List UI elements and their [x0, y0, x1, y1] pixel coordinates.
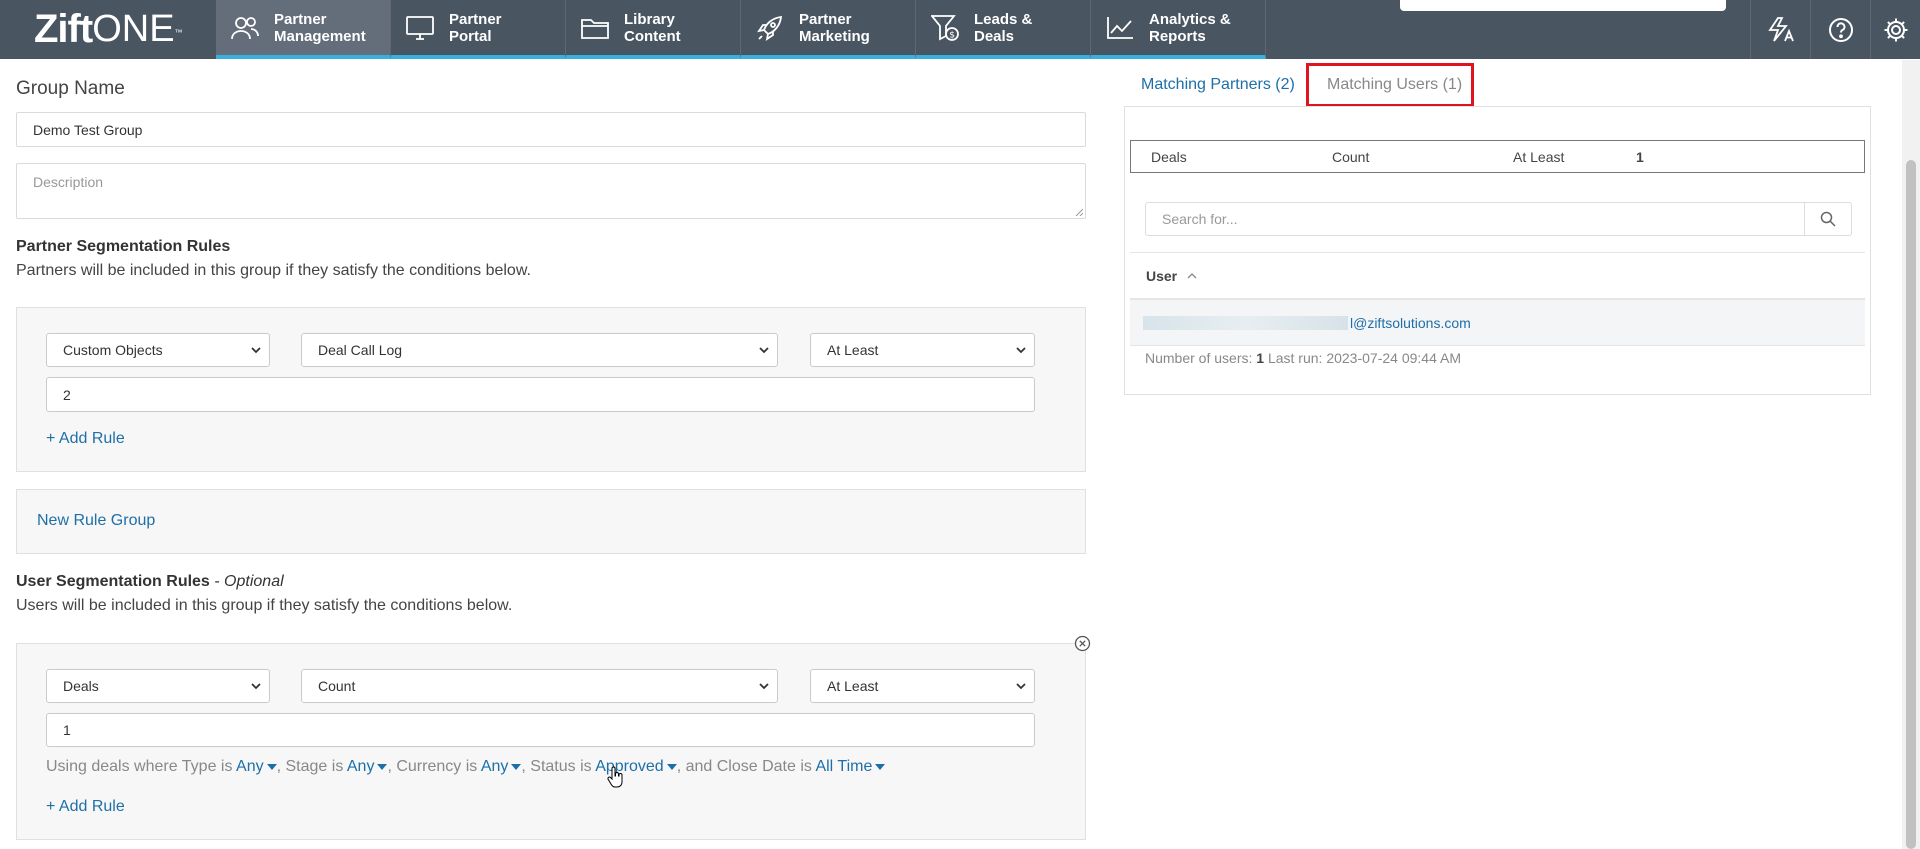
funnel-dollar-icon: $ [930, 13, 960, 43]
caret-down-icon [511, 763, 522, 770]
translate-icon[interactable] [1750, 0, 1810, 59]
type-filter-dropdown[interactable]: Any [236, 758, 277, 775]
ziftone-logo[interactable]: Zift ONE ™ [0, 0, 216, 59]
chevron-down-icon [1016, 347, 1026, 354]
user-rule-operator-select[interactable]: At Least [810, 669, 1035, 703]
nav-library-content[interactable]: Library Content [566, 0, 741, 59]
rocket-icon [755, 13, 785, 43]
svg-text:$: $ [949, 30, 955, 40]
users-search-input[interactable]: Search for... [1145, 202, 1805, 236]
new-rule-group-link[interactable]: New Rule Group [37, 512, 155, 530]
partners-icon [230, 13, 260, 43]
rule-summary: Deals Count At Least 1 [1130, 140, 1865, 173]
user-column-header[interactable]: User [1130, 252, 1865, 300]
hand-cursor-icon [607, 766, 623, 788]
chevron-down-icon [251, 683, 261, 690]
stage-filter-dropdown[interactable]: Any [347, 758, 388, 775]
caret-down-icon [377, 763, 388, 770]
new-rule-group-box [16, 489, 1086, 554]
partner-rule-operator-select[interactable]: At Least [810, 333, 1035, 367]
deal-filter-clause: Using deals where Type is Any, Stage is … [46, 758, 886, 776]
user-rule-object-select[interactable]: Deals [46, 669, 270, 703]
partner-rule-value-input[interactable]: 2 [46, 377, 1035, 412]
chevron-down-icon [759, 347, 769, 354]
chevron-down-icon [1016, 683, 1026, 690]
user-add-rule-link[interactable]: + Add Rule [46, 798, 125, 816]
search-button[interactable] [1804, 202, 1852, 236]
nav-analytics-reports[interactable]: Analytics & Reports [1091, 0, 1266, 59]
close-circle-icon[interactable] [1074, 635, 1091, 652]
nav-partner-portal[interactable]: Partner Portal [391, 0, 566, 59]
nav-partner-marketing[interactable]: Partner Marketing [741, 0, 916, 59]
caret-down-icon [875, 763, 886, 770]
results-meta: Number of users: 1 Last run: 2023-07-24 … [1145, 350, 1461, 366]
monitor-icon [405, 13, 435, 43]
partner-rule-object-select[interactable]: Custom Objects [46, 333, 270, 367]
user-rule-value-input[interactable]: 1 [46, 713, 1035, 747]
group-name-label: Group Name [16, 78, 125, 99]
partner-add-rule-link[interactable]: + Add Rule [46, 430, 125, 448]
tab-matching-partners[interactable]: Matching Partners (2) [1141, 76, 1295, 94]
group-name-input[interactable]: Demo Test Group [16, 112, 1086, 147]
user-rule-field-select[interactable]: Count [301, 669, 778, 703]
nav-leads-deals[interactable]: $ Leads & Deals [916, 0, 1091, 59]
caret-down-icon [666, 763, 677, 770]
user-email-link[interactable]: l@ziftsolutions.com [1350, 315, 1471, 331]
partner-rules-title: Partner Segmentation Rules [16, 238, 231, 255]
description-textarea[interactable]: Description [16, 163, 1086, 219]
caret-down-icon [266, 763, 277, 770]
table-row[interactable]: l@ziftsolutions.com [1130, 300, 1865, 346]
user-rules-description: Users will be included in this group if … [16, 597, 513, 614]
line-chart-icon [1105, 13, 1135, 43]
nav-partner-management[interactable]: Partner Management [216, 0, 391, 59]
currency-filter-dropdown[interactable]: Any [481, 758, 522, 775]
user-rules-title: User Segmentation Rules - Optional [16, 573, 284, 590]
folder-icon [580, 13, 610, 43]
partner-rules-description: Partners will be included in this group … [16, 262, 531, 279]
chevron-down-icon [251, 347, 261, 354]
global-search-dropdown[interactable] [1400, 0, 1726, 11]
chevron-down-icon [759, 683, 769, 690]
tab-highlight-box [1306, 63, 1474, 107]
help-icon[interactable] [1810, 0, 1870, 59]
search-icon [1820, 211, 1836, 227]
resize-handle-icon[interactable] [1074, 207, 1083, 216]
gear-icon[interactable] [1870, 0, 1920, 59]
scrollbar-thumb[interactable] [1906, 160, 1916, 849]
partner-rule-field-select[interactable]: Deal Call Log [301, 333, 778, 367]
close-date-filter-dropdown[interactable]: All Time [815, 758, 886, 775]
sort-ascending-icon [1187, 272, 1197, 278]
redacted-email-prefix [1143, 315, 1348, 330]
